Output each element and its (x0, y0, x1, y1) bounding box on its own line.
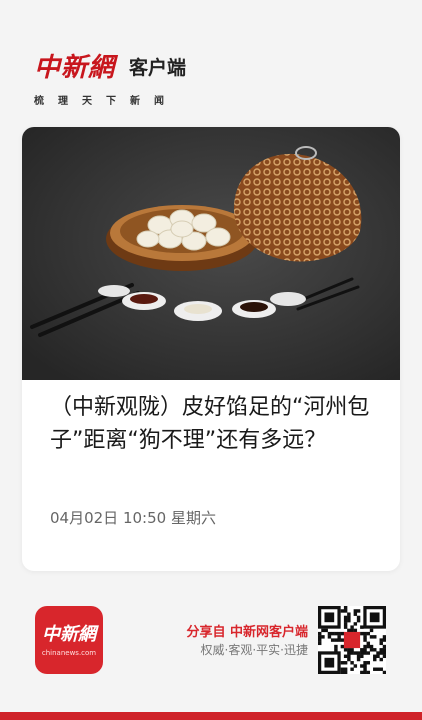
share-prefix: 分享自 (186, 625, 226, 640)
header: 中新網 客户端 梳理天下新闻 (34, 50, 394, 110)
slogan: 梳理天下新闻 (34, 96, 178, 107)
share-source: 中新网客户端 (229, 625, 308, 640)
share-tagline: 权威·客观·平实·迅捷 (200, 643, 308, 657)
bottom-accent-bar (0, 712, 422, 720)
app-icon-logo: 中新網 (42, 623, 96, 645)
article-headline[interactable]: （中新观陇）皮好馅足的“河州包子”距离“狗不理”还有多远？ (50, 391, 380, 457)
app-icon[interactable]: 中新網 chinanews.com (35, 606, 103, 674)
app-icon-domain: chinanews.com (41, 648, 97, 657)
brand-logo: 中新網 (34, 53, 116, 83)
share-source-line: 分享自 中新网客户端 (186, 624, 308, 641)
share-info: 分享自 中新网客户端 权威·客观·平实·迅捷 (186, 624, 308, 660)
article-date: 04月02日 10:50 星期六 (50, 509, 216, 527)
brand-app-name: 客户端 (129, 57, 187, 79)
qr-code-icon[interactable] (318, 606, 387, 675)
brand-row: 中新網 客户端 (34, 50, 394, 86)
footer: 中新網 chinanews.com 分享自 中新网客户端 权威·客观·平实·迅捷 (0, 600, 422, 700)
article-card[interactable]: （中新观陇）皮好馅足的“河州包子”距离“狗不理”还有多远？ 04月02日 10:… (22, 127, 400, 571)
article-photo (22, 127, 400, 380)
